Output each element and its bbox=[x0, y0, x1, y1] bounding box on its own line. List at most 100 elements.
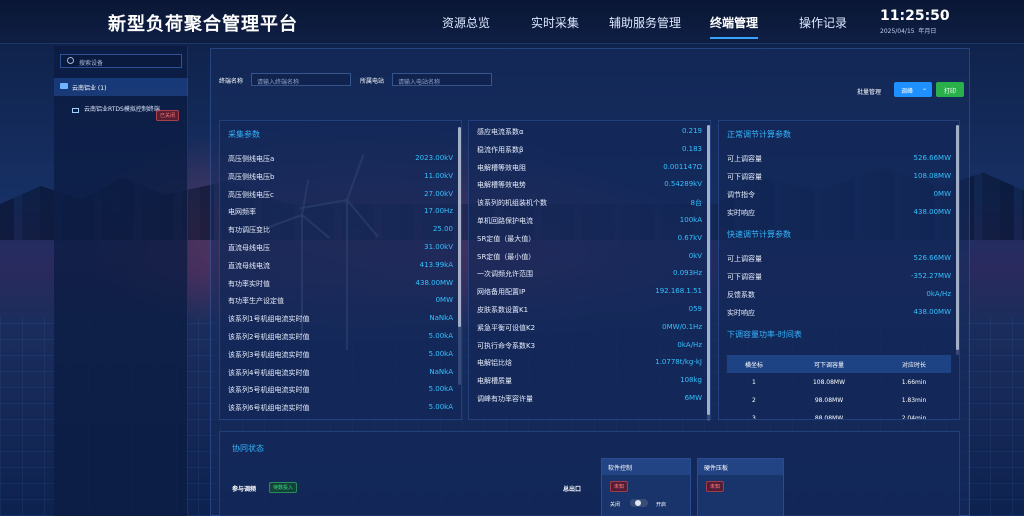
kv-label: 感应电流系数α bbox=[477, 128, 524, 136]
kv-value: 438.00MW bbox=[913, 208, 951, 216]
nav-terminal-management[interactable]: 终端管理 bbox=[710, 14, 759, 39]
scroll-thumb[interactable] bbox=[956, 125, 959, 350]
kv-row: 该系列3号机组电流实时值 5.00kA bbox=[228, 350, 453, 364]
nav-operation-log[interactable]: 操作记录 bbox=[799, 14, 847, 31]
kv-label: 可上调容量 bbox=[727, 155, 762, 163]
kv-row: SR定值（最小值） 0kV bbox=[477, 252, 702, 266]
kv-value: 0kA/Hz bbox=[677, 340, 702, 349]
software-control-tag: 未知 bbox=[610, 481, 629, 492]
nav-ancillary-services[interactable]: 辅助服务管理 bbox=[609, 14, 681, 31]
kv-label: 高压侧线电压a bbox=[228, 155, 275, 163]
batch-management-label: 批量管理 bbox=[857, 89, 882, 96]
table-row: 1 108.08MW 1.66min bbox=[727, 373, 951, 391]
table-cell: 1.83min bbox=[901, 396, 927, 404]
kv-row: 有功率实时值 438.00MW bbox=[228, 279, 453, 293]
kv-value: 0MW/0.1Hz bbox=[662, 322, 702, 331]
kv-row: 有功率生产设定值 0MW bbox=[228, 296, 453, 310]
status-badge-offline: 已关闭 bbox=[156, 110, 180, 121]
kv-value: 526.66MW bbox=[913, 254, 951, 262]
station-input[interactable]: 请输入电站名称 bbox=[392, 73, 492, 86]
kv-label: 可执行命令系数K3 bbox=[477, 341, 536, 350]
date-text: 2025/04/15 bbox=[880, 28, 915, 35]
collect-params-card: 采集参数 高压侧线电压a 2023.00kV 高压侧线电压b 11.00kV 高压侧线电… bbox=[219, 120, 462, 420]
down-capacity-table: 横坐标 可下调容量 对应时长 1 108.08MW 1.66min 2 98.0… bbox=[727, 355, 951, 420]
kv-row: 实时响应 438.00MW bbox=[727, 308, 951, 322]
kv-value: 31.00kV bbox=[424, 243, 453, 251]
kv-label: 该系列6号机组电流实时值 bbox=[228, 404, 310, 413]
nav-resource-overview[interactable]: 资源总览 bbox=[442, 14, 490, 31]
table-cell: 3 bbox=[752, 414, 756, 420]
kv-value: 0.67kV bbox=[677, 233, 702, 242]
app-title: 新型负荷聚合管理平台 bbox=[108, 14, 298, 35]
kv-value: NaNkA bbox=[429, 314, 453, 323]
kv-row: 该系列4号机组电流实时值 NaNkA bbox=[228, 368, 453, 382]
kv-value: 438.00MW bbox=[913, 308, 951, 316]
kv-label: SR定值（最大值） bbox=[477, 234, 536, 243]
kv-value: 0.54289kV bbox=[664, 180, 702, 189]
kv-row: 直流母线电流 413.99kA bbox=[228, 261, 453, 275]
participate-status-tag: 待数投入 bbox=[269, 482, 298, 493]
table-header-cell: 可下调容量 bbox=[780, 355, 878, 373]
kv-value: 5.00kA bbox=[428, 403, 453, 412]
kv-label: 有功率生产设定值 bbox=[228, 297, 284, 306]
software-control-toggle[interactable] bbox=[630, 499, 648, 507]
kv-value: 5.00kA bbox=[428, 349, 453, 358]
monitor-icon bbox=[72, 108, 79, 113]
kv-value: 0.183 bbox=[681, 144, 702, 153]
device-search-input[interactable]: 搜索设备 bbox=[60, 54, 182, 68]
kv-row: 高压侧线电压a 2023.00kV bbox=[228, 154, 453, 168]
peak-adjust-dropdown[interactable]: 调峰 ⌄ bbox=[894, 82, 932, 97]
hardware-plate-title: 硬件压板 bbox=[698, 459, 783, 475]
search-icon bbox=[67, 57, 74, 64]
table-cell: 2.04min bbox=[901, 414, 927, 420]
adjust-scrollbar[interactable] bbox=[956, 125, 959, 355]
chevron-down-icon: ⌄ bbox=[921, 85, 927, 92]
kv-row: 皮肤系数设置K1 059 bbox=[477, 305, 702, 319]
kv-value: 2023.00kV bbox=[415, 154, 453, 162]
table-cell: 108.08MW bbox=[812, 378, 846, 386]
kv-label: 可下调容量 bbox=[727, 273, 762, 281]
top-header: 新型负荷聚合管理平台 资源总览 实时采集 辅助服务管理 终端管理 操作记录 11… bbox=[0, 0, 1024, 44]
kv-label: 电解槽等效电势 bbox=[477, 181, 526, 190]
kv-value: 1.0778t/kg-kJ bbox=[655, 358, 702, 367]
kv-label: 实时响应 bbox=[727, 209, 755, 217]
kv-row: 可执行命令系数K3 0kA/Hz bbox=[477, 341, 702, 355]
scroll-thumb[interactable] bbox=[458, 127, 461, 327]
coop-status-title: 协同状态 bbox=[232, 444, 264, 453]
kv-row: 有功调压变比 25.00 bbox=[228, 225, 453, 239]
table-cell: 2 bbox=[752, 396, 756, 404]
main-panel: 终端名称 请输入终端名称 所属电站 请输入电站名称 批量管理 调峰 ⌄ 打印 采… bbox=[210, 48, 970, 516]
kv-row: 该系列1号机组电流实时值 NaNkA bbox=[228, 314, 453, 328]
table-cell: 1 bbox=[752, 378, 756, 386]
hardware-plate-tag: 未知 bbox=[706, 481, 725, 492]
kv-label: 该系列3号机组电流实时值 bbox=[228, 350, 310, 359]
search-placeholder: 搜索设备 bbox=[79, 60, 104, 67]
kv-value: 25.00 bbox=[432, 225, 453, 234]
table-row: 2 98.08MW 1.83min bbox=[727, 391, 951, 409]
kv-value: 0MW bbox=[435, 296, 453, 305]
tree-node-yunnan-aluminum[interactable]: 云南铝业 (1) bbox=[54, 78, 188, 96]
kv-value: 526.66MW bbox=[913, 154, 951, 162]
date-suffix: 年月日 bbox=[918, 28, 937, 35]
kv-label: 该系列5号机组电流实时值 bbox=[228, 386, 310, 395]
print-button[interactable]: 打印 bbox=[936, 82, 964, 97]
nav-realtime-collect[interactable]: 实时采集 bbox=[531, 14, 579, 31]
kv-row: 单机回路保护电流 100kA bbox=[477, 216, 702, 230]
kv-value: 17.00Hz bbox=[424, 207, 453, 216]
scroll-thumb[interactable] bbox=[707, 125, 710, 415]
terminal-name-input[interactable]: 请输入终端名称 bbox=[251, 73, 351, 86]
kv-label: 皮肤系数设置K1 bbox=[477, 306, 529, 314]
kv-label: 一次调频允许范围 bbox=[477, 270, 533, 279]
tree-node-label: 云南铝业 (1) bbox=[72, 85, 107, 92]
collect-scrollbar[interactable] bbox=[458, 127, 461, 385]
kv-label: 高压侧线电压c bbox=[228, 190, 274, 199]
kv-row: 该系列的机组装机个数 8台 bbox=[477, 198, 702, 212]
more-menu-icon[interactable]: ⋮ bbox=[937, 8, 949, 22]
kv-value: 100kA bbox=[679, 216, 702, 224]
kv-value: 0.093Hz bbox=[673, 269, 702, 278]
kv-value: 413.99kA bbox=[419, 260, 453, 269]
folder-icon bbox=[60, 83, 68, 89]
kv-label: SR定值（最小值） bbox=[477, 252, 536, 261]
kv-value: -352.27MW bbox=[911, 272, 951, 280]
params-scrollbar[interactable] bbox=[707, 125, 710, 421]
